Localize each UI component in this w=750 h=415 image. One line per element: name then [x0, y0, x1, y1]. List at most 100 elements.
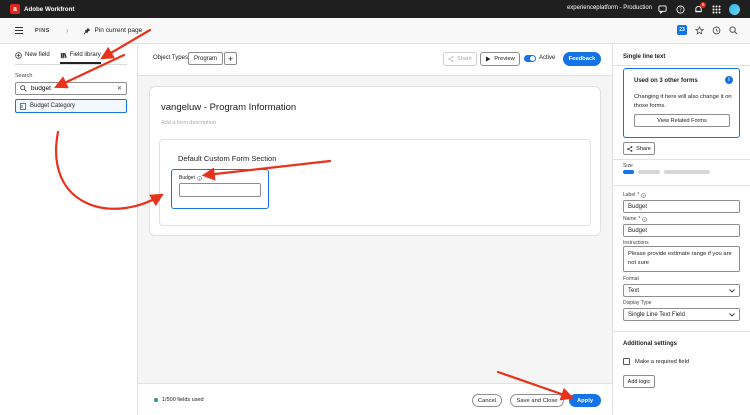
object-type-chip[interactable]: Program	[188, 52, 224, 65]
size-selector[interactable]	[623, 170, 710, 174]
additional-settings-heading: Additional settings	[623, 341, 677, 347]
apply-button[interactable]: Apply	[569, 394, 601, 407]
pin-current-label: Pin current page	[94, 27, 143, 34]
view-related-forms-button[interactable]: View Related Forms	[634, 114, 730, 127]
notice-title: Used on 3 other forms	[634, 78, 698, 84]
pins-bar: PINS › Pin current page 23	[0, 18, 750, 44]
required-field-option[interactable]: Make a required field	[623, 358, 689, 365]
field-share-label: Share	[636, 145, 651, 152]
required-label: Make a required field	[635, 358, 690, 365]
form-canvas: vangeluw - Program Information Add a for…	[149, 86, 601, 236]
label-input[interactable]: Budget	[623, 200, 740, 213]
hamburger-menu-icon[interactable]	[15, 27, 23, 34]
info-icon	[197, 175, 202, 181]
play-icon	[486, 56, 491, 62]
label-field-label: Label *	[623, 192, 647, 198]
size-option-small[interactable]	[623, 170, 634, 174]
active-label: Active	[539, 55, 556, 61]
clear-search-icon[interactable]: ✕	[117, 85, 122, 92]
size-label: Size	[623, 163, 633, 169]
budget-field-label-text: Budget	[179, 175, 195, 181]
preview-label: Preview	[494, 56, 515, 62]
form-title[interactable]: vangeluw - Program Information	[161, 102, 296, 113]
notification-count-badge: 6	[700, 2, 706, 8]
library-result-label: Budget Category	[30, 103, 76, 109]
divider	[613, 331, 750, 332]
notice-text: Changing it here will also change it on …	[634, 94, 732, 109]
section-title[interactable]: Default Custom Form Section	[178, 154, 276, 163]
add-object-type-button[interactable]: +	[224, 52, 237, 65]
divider	[613, 185, 750, 186]
org-name[interactable]: experienceplatform - Production	[567, 5, 652, 11]
required-checkbox[interactable]	[623, 358, 630, 365]
chevron-down-icon	[729, 312, 735, 317]
pin-current-page-button[interactable]: Pin current page	[83, 27, 143, 35]
properties-title: Single line text	[623, 54, 666, 60]
size-option-medium[interactable]	[638, 170, 660, 174]
app-badge[interactable]: 23	[677, 25, 687, 35]
search-label: Search	[15, 73, 33, 79]
form-section[interactable]: Default Custom Form Section Budget	[159, 139, 591, 226]
share-icon	[627, 145, 633, 152]
history-icon[interactable]	[712, 26, 721, 35]
info-icon	[641, 192, 647, 198]
display-type-value: Single Line Text Field	[628, 311, 685, 318]
share-label: Share	[457, 56, 472, 62]
plus-icon: +	[227, 53, 234, 64]
svg-text:?: ?	[679, 7, 682, 13]
fields-used-status: 1/500 fields used	[154, 397, 204, 403]
divider	[613, 159, 750, 160]
feedback-button[interactable]: Feedback	[563, 52, 601, 66]
search-icon[interactable]	[729, 25, 738, 35]
star-icon[interactable]	[695, 25, 704, 35]
chevron-down-icon	[729, 288, 735, 293]
share-icon	[448, 56, 454, 62]
instructions-input[interactable]: Please provide estimate range if you are…	[623, 246, 740, 272]
field-share-button[interactable]: Share	[623, 142, 655, 155]
share-button[interactable]: Share	[443, 52, 477, 66]
budget-field-input[interactable]	[179, 183, 261, 197]
size-option-large[interactable]	[664, 170, 710, 174]
brand[interactable]: a Adobe Workfront	[10, 4, 74, 14]
field-properties-panel: Single line text Used on 3 other forms i…	[612, 44, 750, 415]
app-switcher-grid-icon[interactable]	[711, 3, 721, 15]
name-field-label: Name *	[623, 216, 648, 222]
name-input[interactable]: Budget	[623, 224, 740, 237]
library-result-item[interactable]: Budget Category	[15, 99, 127, 113]
designer-footer: 1/500 fields used Cancel Save and Close …	[138, 383, 612, 415]
plus-circle-icon	[15, 52, 22, 59]
notifications-bell-icon[interactable]: 6	[693, 2, 706, 15]
display-type-select[interactable]: Single Line Text Field	[623, 308, 740, 321]
user-avatar[interactable]	[729, 3, 740, 15]
tab-field-library[interactable]: Field library	[59, 51, 101, 64]
form-description-input[interactable]: Add a form description	[161, 120, 216, 126]
active-toggle[interactable]	[524, 55, 536, 62]
budget-field[interactable]: Budget	[171, 169, 269, 209]
save-and-close-button[interactable]: Save and Close	[510, 394, 564, 407]
shared-field-notice: Used on 3 other forms i Changing it here…	[623, 68, 740, 138]
tab-new-field[interactable]: New field	[15, 51, 50, 64]
status-dot	[154, 398, 158, 402]
book-icon	[60, 52, 67, 59]
app-header: a Adobe Workfront experienceplatform - P…	[0, 0, 750, 18]
field-search-input[interactable]	[31, 85, 111, 92]
add-logic-button[interactable]: Add logic	[623, 375, 655, 388]
chevron-right-icon: ›	[65, 26, 69, 35]
format-select[interactable]: Text	[623, 284, 740, 297]
pin-icon	[83, 27, 90, 34]
field-search[interactable]: ✕	[15, 82, 127, 95]
feedback-icon[interactable]	[657, 3, 667, 15]
preview-button[interactable]: Preview	[480, 52, 520, 66]
fields-used-text: 1/500 fields used	[162, 397, 204, 403]
search-icon	[20, 85, 27, 92]
adobe-logo-icon: a	[10, 4, 20, 14]
cancel-button[interactable]: Cancel	[472, 394, 502, 407]
field-tabs: New field Field library	[15, 51, 127, 65]
info-icon: i	[725, 76, 733, 84]
help-icon[interactable]: ?	[675, 3, 685, 15]
budget-field-label: Budget	[179, 175, 202, 181]
object-types-label: Object Types	[153, 55, 188, 61]
field-sidebar: New field Field library Search ✕ Budget …	[0, 44, 138, 415]
format-label: Format	[623, 276, 639, 282]
info-icon	[642, 216, 648, 222]
